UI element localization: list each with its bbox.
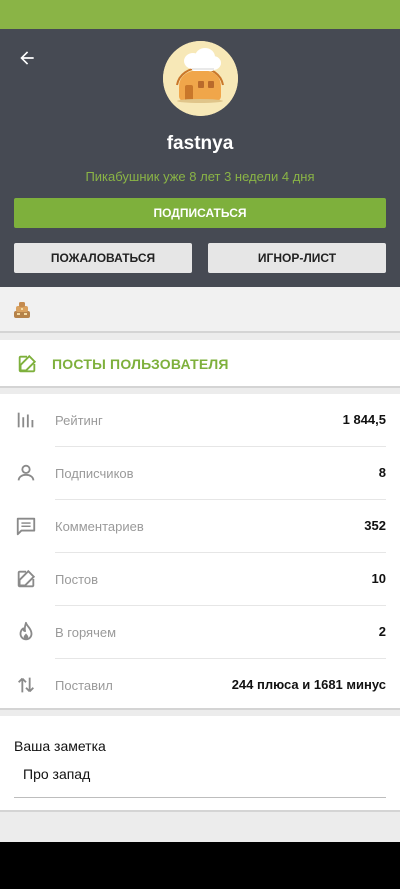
arrow-left-icon [20,51,34,65]
stat-row-hot[interactable]: В горячем 2 [0,606,400,659]
note-input[interactable]: Про запад [14,762,386,798]
user-note: Ваша заметка Про запад [0,716,400,812]
stat-value: 10 [371,571,386,586]
award-badge-icon[interactable] [12,300,32,320]
ignore-list-button[interactable]: ИГНОР-ЛИСТ [208,243,386,273]
note-title: Ваша заметка [14,738,106,754]
stat-label: Подписчиков [55,466,134,481]
user-posts-label: ПОСТЫ ПОЛЬЗОВАТЕЛЯ [52,356,229,372]
note-text: Про запад [23,766,91,782]
stat-row-votes[interactable]: Поставил 244 плюса и 1681 минус [0,659,400,712]
stat-row-rating: Рейтинг 1 844,5 [0,394,400,447]
system-nav-bar [0,842,400,889]
status-bar [0,0,400,29]
stat-row-posts[interactable]: Постов 10 [0,553,400,606]
stats-list: Рейтинг 1 844,5 Подписчиков 8 Комментари… [0,394,400,710]
stat-value: 352 [364,518,386,533]
flame-icon [19,621,33,641]
user-posts-link[interactable]: ПОСТЫ ПОЛЬЗОВАТЕЛЯ [0,340,400,388]
report-button[interactable]: ПОЖАЛОВАТЬСЯ [14,243,192,273]
comment-icon [16,517,36,536]
avatar [163,41,238,116]
stat-label: В горячем [55,625,117,640]
stat-value: 1 844,5 [342,412,386,427]
house-with-chef-hat-avatar [163,41,238,116]
stat-label: Постов [55,572,99,587]
member-tenure: Пикабушник уже 8 лет 3 недели 4 дня [85,169,315,184]
back-button[interactable] [14,45,40,71]
bar-chart-icon [17,412,34,428]
username: fastnya [166,133,234,154]
stat-value: 2 [378,624,386,639]
stat-value: 244 плюса и 1681 минус [231,677,386,692]
stat-label: Комментариев [55,519,144,534]
stat-row-subscribers[interactable]: Подписчиков 8 [0,447,400,500]
stat-value: 8 [378,465,386,480]
stat-label: Поставил [55,678,113,693]
stat-label: Рейтинг [55,413,103,428]
edit-icon [17,569,36,588]
edit-icon [18,354,37,373]
awards-strip [0,287,400,333]
stat-row-comments[interactable]: Комментариев 352 [0,500,400,553]
profile-header: fastnya Пикабушник уже 8 лет 3 недели 4 … [0,29,400,287]
subscribe-button[interactable]: ПОДПИСАТЬСЯ [14,198,386,228]
person-icon [17,464,35,481]
swap-vertical-icon [18,677,34,693]
